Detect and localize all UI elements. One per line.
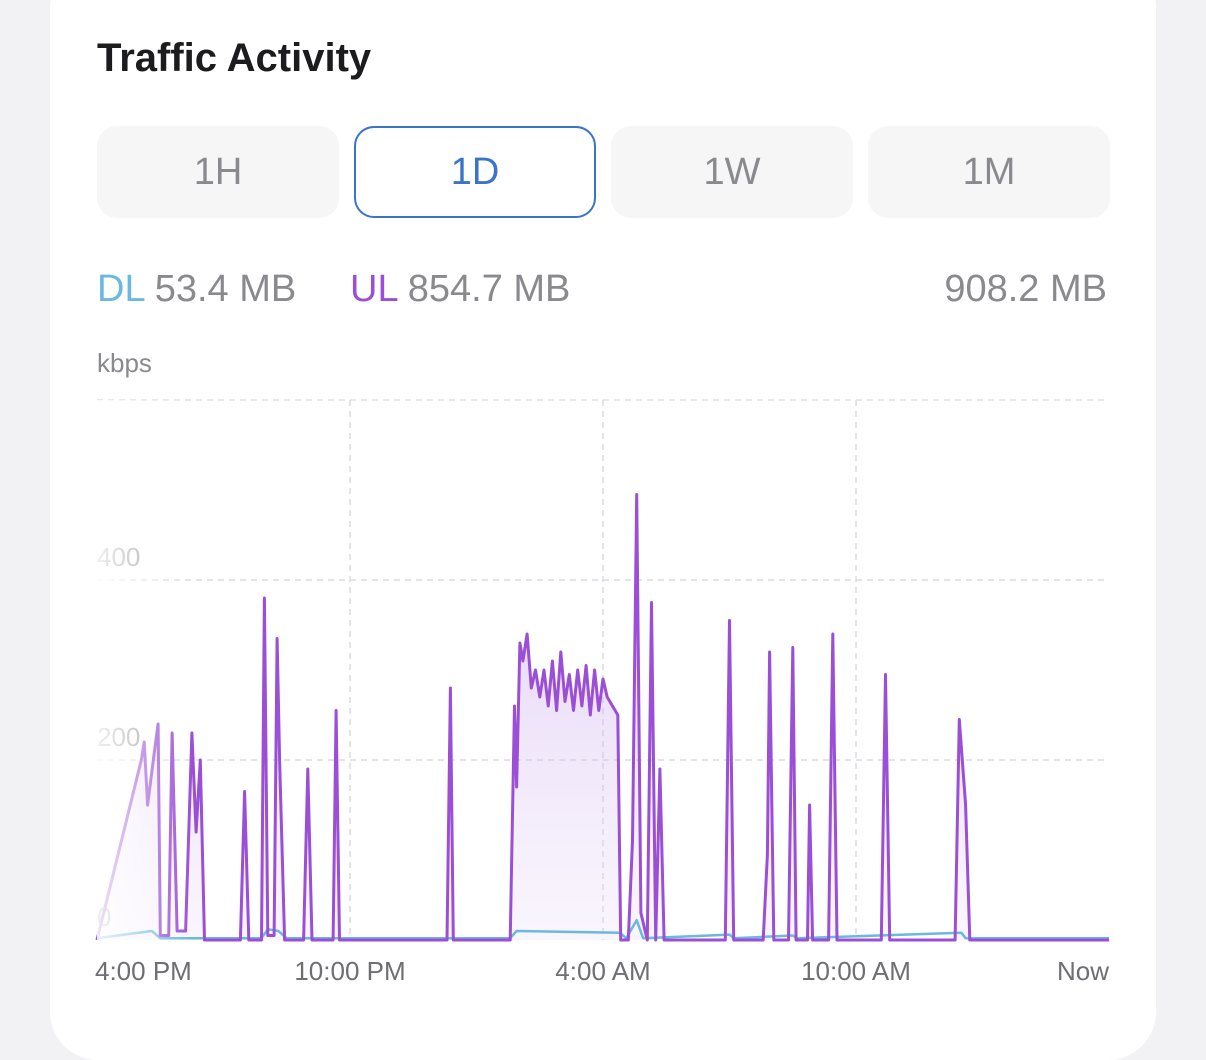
x-tick-label: 4:00 AM bbox=[555, 956, 650, 986]
x-tick-label: 10:00 AM bbox=[801, 956, 911, 986]
left-fade-overlay bbox=[97, 400, 192, 942]
traffic-chart: 02004004:00 PM10:00 PM4:00 AM10:00 AMNow bbox=[95, 399, 1109, 986]
x-tick-label: 4:00 PM bbox=[95, 956, 192, 986]
x-tick-label: Now bbox=[1057, 956, 1109, 986]
x-tick-label: 10:00 PM bbox=[294, 956, 405, 986]
